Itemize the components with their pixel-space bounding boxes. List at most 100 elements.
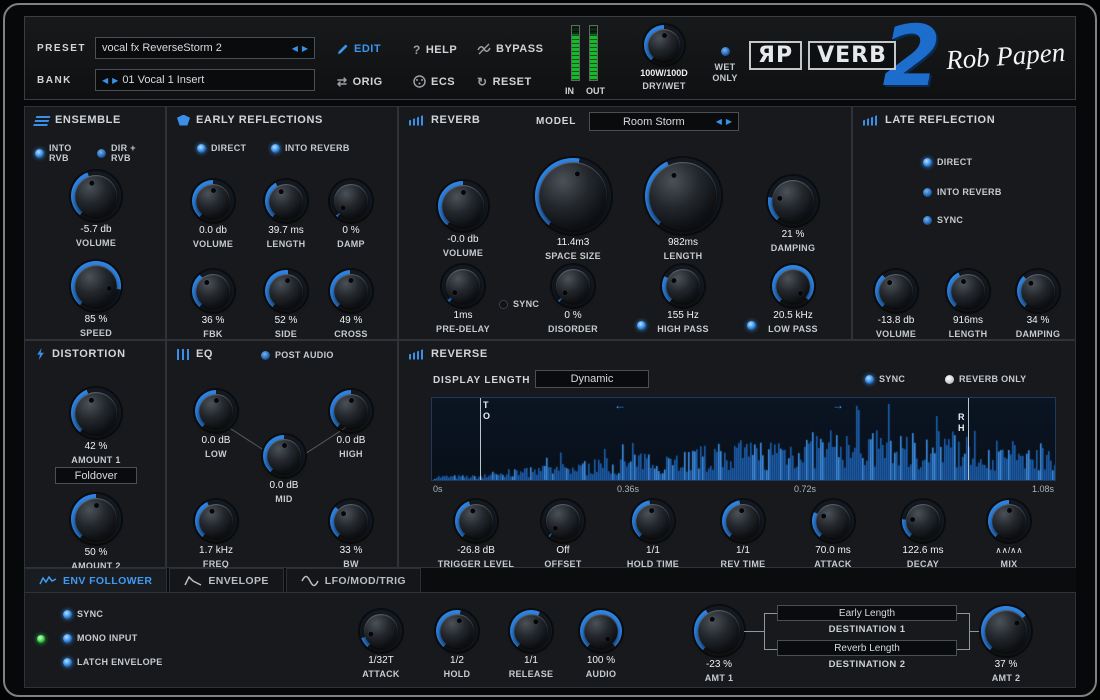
env-sync-radio[interactable]	[63, 610, 72, 619]
early-into-reverb-option[interactable]: INTO REVERB	[271, 143, 350, 153]
trigger-level-knob[interactable]	[455, 500, 497, 542]
preset-selector[interactable]: vocal fx ReverseStorm 2 ◀ ▶	[95, 37, 315, 59]
early-direct-radio[interactable]	[197, 144, 206, 153]
trigger-marker-line[interactable]	[480, 398, 481, 480]
late-direct-radio[interactable]	[923, 158, 932, 167]
eq-low-knob[interactable]	[195, 390, 237, 432]
reverse-decay-knob[interactable]	[902, 500, 944, 542]
mono-input-option[interactable]: MONO INPUT	[63, 633, 138, 643]
tab-env-follower[interactable]: ENV FOLLOWER	[24, 568, 167, 592]
env-attack-knob[interactable]	[360, 610, 402, 652]
late-into-reverb-option[interactable]: INTO REVERB	[923, 187, 1002, 197]
offset-knob[interactable]	[542, 500, 584, 542]
help-button[interactable]: ? HELP	[413, 43, 457, 57]
late-volume-knob[interactable]	[875, 270, 917, 312]
early-length-knob[interactable]	[265, 180, 307, 222]
reverb-length-knob[interactable]	[645, 158, 721, 234]
amt2-knob[interactable]	[981, 606, 1031, 656]
tab-lfo-mod-trig[interactable]: LFO/MOD/TRIG	[286, 568, 421, 592]
late-sync-radio[interactable]	[923, 216, 932, 225]
rev-time-knob[interactable]	[722, 500, 764, 542]
eq-post-audio-option[interactable]: POST AUDIO	[261, 350, 334, 360]
eq-bw-knob[interactable]	[330, 500, 372, 542]
late-sync-option[interactable]: SYNC	[923, 215, 963, 225]
preset-prev-icon[interactable]: ◀	[292, 44, 298, 53]
preset-next-icon[interactable]: ▶	[302, 44, 308, 53]
late-damping-knob[interactable]	[1017, 270, 1059, 312]
bank-selector[interactable]: ◀ ▶ 01 Vocal 1 Insert	[95, 69, 315, 91]
reverb-only-radio[interactable]	[945, 375, 954, 384]
dir-rvb-radio[interactable]	[97, 149, 106, 158]
tab-envelope[interactable]: ENVELOPE	[169, 568, 283, 592]
early-volume-knob[interactable]	[192, 180, 234, 222]
wet-only-option[interactable]: WET ONLY	[703, 47, 747, 84]
early-fbk-knob[interactable]	[192, 270, 234, 312]
range-right-arrow-icon[interactable]: →	[832, 398, 844, 412]
reverb-damping-knob[interactable]	[768, 176, 818, 226]
bank-prev-icon[interactable]: ◀	[102, 76, 108, 85]
ensemble-dir-rvb-option[interactable]: DIR + RVB	[97, 143, 145, 164]
ensemble-into-rvb-option[interactable]: INTO RVB	[35, 143, 83, 164]
latch-envelope-option[interactable]: LATCH ENVELOPE	[63, 657, 163, 667]
rev-hold-marker-line[interactable]	[968, 398, 969, 480]
hold-time-knob[interactable]	[632, 500, 674, 542]
into-rvb-radio[interactable]	[35, 149, 44, 158]
model-prev-icon[interactable]: ◀	[716, 117, 722, 126]
destination1-selector[interactable]: Early Length	[777, 605, 957, 621]
distortion-amount1-knob[interactable]	[71, 388, 121, 438]
model-next-icon[interactable]: ▶	[726, 117, 732, 126]
eq-mid-knob[interactable]	[263, 435, 305, 477]
destination2-selector[interactable]: Reverb Length	[777, 640, 957, 656]
eq-high-knob[interactable]	[330, 390, 372, 432]
env-hold-knob[interactable]	[436, 610, 478, 652]
amt1-knob[interactable]	[694, 606, 744, 656]
low-pass-enable-radio[interactable]	[747, 321, 756, 330]
wet-only-radio[interactable]	[721, 47, 730, 56]
reverse-waveform-display[interactable]: ← → T O R H	[431, 397, 1056, 481]
env-audio-knob[interactable]	[580, 610, 622, 652]
edit-button[interactable]: EDIT	[337, 43, 381, 55]
orig-button[interactable]: ⇄ ORIG	[337, 75, 383, 89]
display-length-selector[interactable]: Dynamic	[535, 370, 649, 388]
reverb-high-pass-knob[interactable]	[662, 265, 704, 307]
ensemble-speed-knob[interactable]	[71, 261, 121, 311]
early-into-reverb-radio[interactable]	[271, 144, 280, 153]
late-into-reverb-radio[interactable]	[923, 188, 932, 197]
early-side-knob[interactable]	[265, 270, 307, 312]
reverb-pre-delay-knob[interactable]	[442, 265, 484, 307]
ensemble-volume-knob[interactable]	[71, 171, 121, 221]
early-cross-knob[interactable]	[330, 270, 372, 312]
drywet-knob[interactable]	[644, 25, 684, 65]
early-direct-option[interactable]: DIRECT	[197, 143, 246, 153]
mono-input-radio[interactable]	[63, 634, 72, 643]
latch-envelope-radio[interactable]	[63, 658, 72, 667]
late-length-knob[interactable]	[947, 270, 989, 312]
env-release-knob[interactable]	[510, 610, 552, 652]
reverse-sync-option[interactable]: SYNC	[865, 374, 905, 384]
early-damp-knob[interactable]	[330, 180, 372, 222]
reverb-sync-option[interactable]: SYNC	[499, 299, 539, 309]
reverse-attack-knob[interactable]	[812, 500, 854, 542]
post-audio-radio[interactable]	[261, 351, 270, 360]
reverb-low-pass-knob[interactable]	[772, 265, 814, 307]
reverse-mix-knob[interactable]	[988, 500, 1030, 542]
eq-freq-knob[interactable]	[195, 500, 237, 542]
reset-button[interactable]: ↻ RESET	[477, 75, 532, 89]
ecs-button[interactable]: ECS	[413, 75, 455, 88]
reverb-volume-knob[interactable]	[438, 181, 488, 231]
waveform-canvas[interactable]	[432, 398, 1056, 481]
bypass-button[interactable]: BYPASS	[477, 43, 543, 55]
reverse-sync-radio[interactable]	[865, 375, 874, 384]
late-direct-option[interactable]: DIRECT	[923, 157, 972, 167]
distortion-type-selector[interactable]: Foldover	[55, 467, 137, 484]
bank-next-icon[interactable]: ▶	[112, 76, 118, 85]
env-sync-option[interactable]: SYNC	[63, 609, 103, 619]
reverb-only-option[interactable]: REVERB ONLY	[945, 374, 1026, 384]
reverb-disorder-knob[interactable]	[552, 265, 594, 307]
distortion-amount2-knob[interactable]	[71, 494, 121, 544]
reverb-model-selector[interactable]: Room Storm ◀ ▶	[589, 112, 739, 131]
reverb-sync-radio[interactable]	[499, 300, 508, 309]
range-left-arrow-icon[interactable]: ←	[614, 398, 626, 412]
high-pass-enable-radio[interactable]	[637, 321, 646, 330]
reverb-space-size-knob[interactable]	[535, 158, 611, 234]
